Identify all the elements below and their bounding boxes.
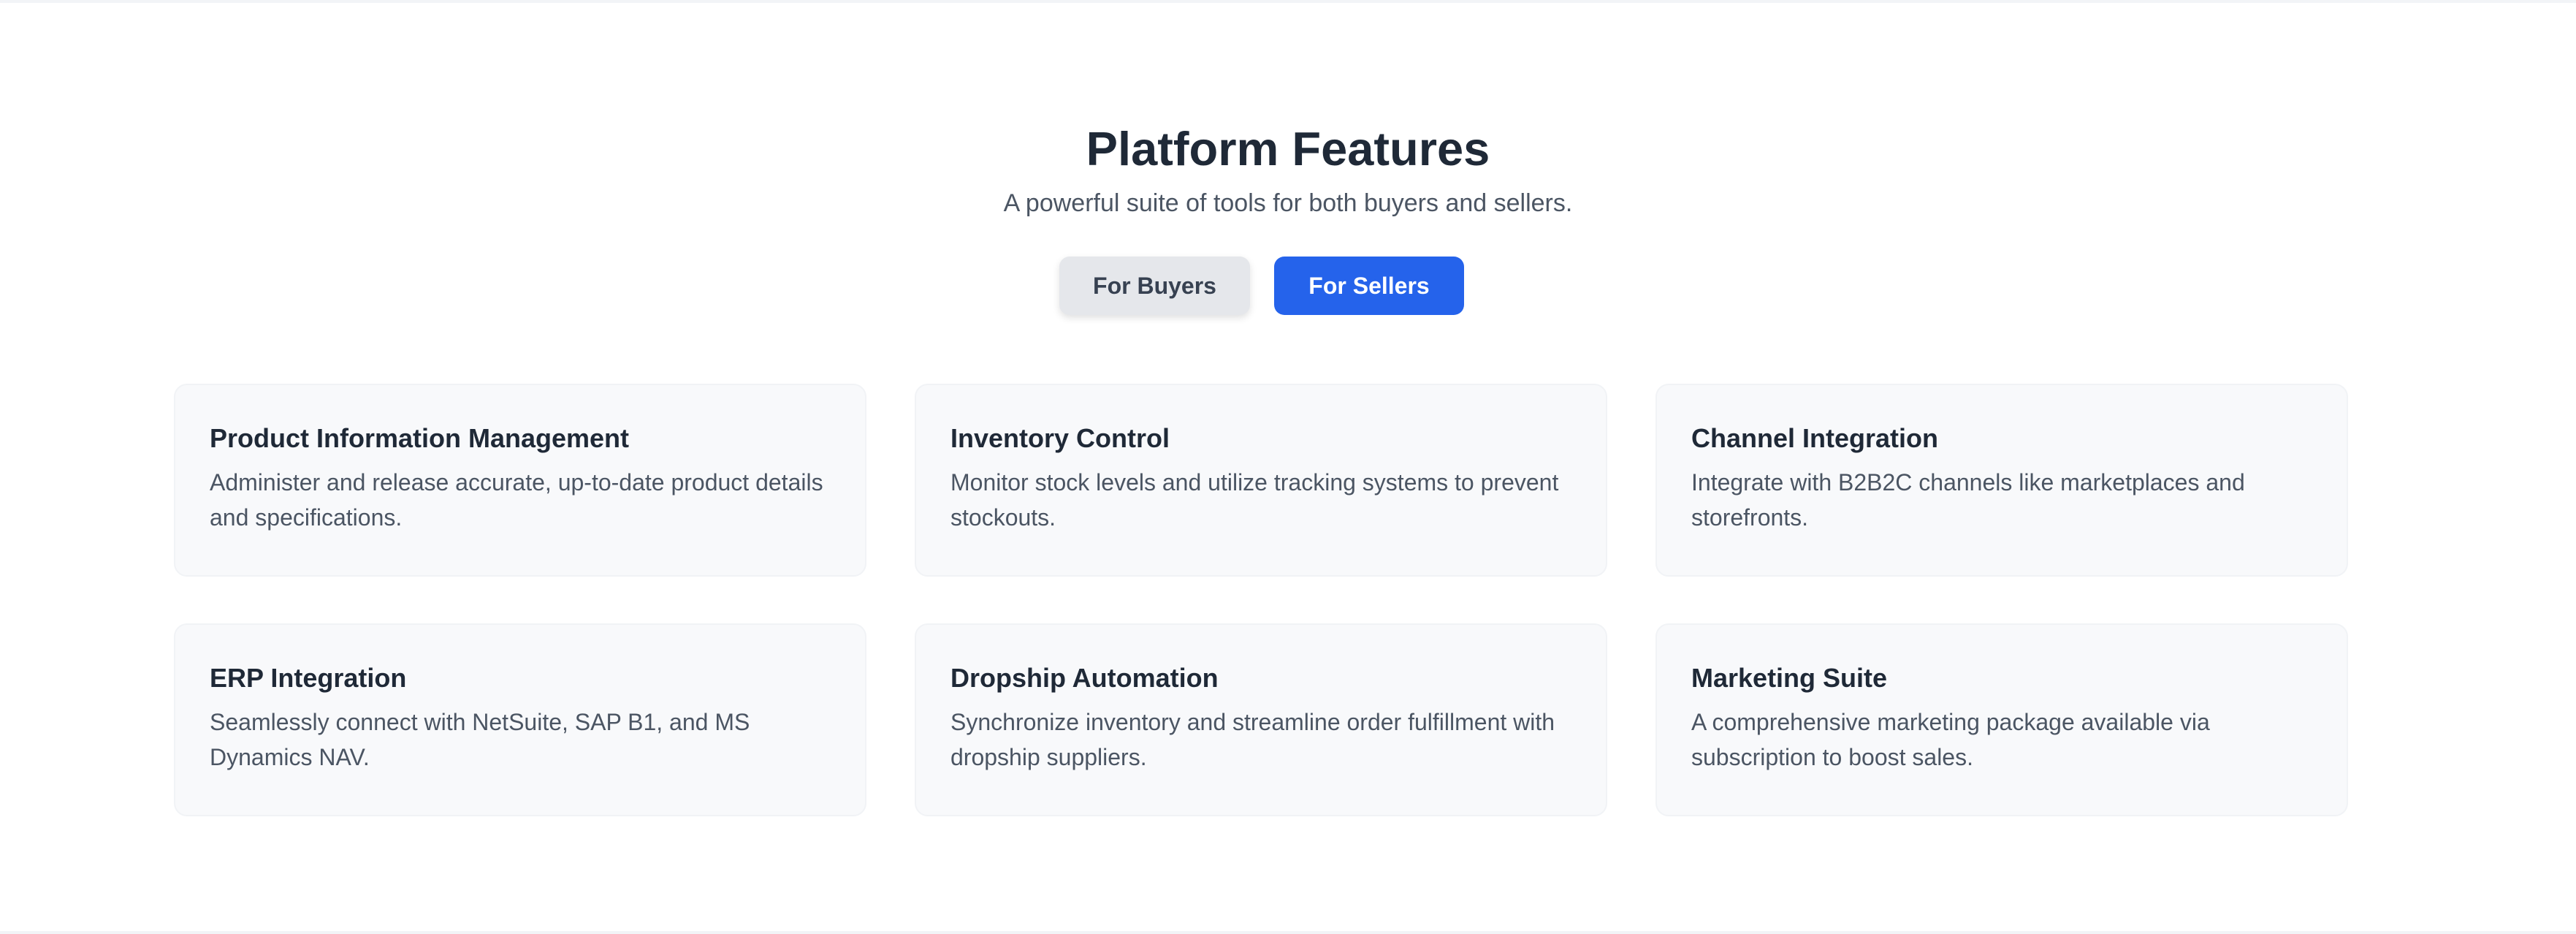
section-title: Platform Features (1086, 122, 1490, 175)
feature-card-dropship-automation: Dropship Automation Synchronize inventor… (915, 623, 1607, 816)
feature-card-description: Synchronize inventory and streamline ord… (950, 709, 1555, 770)
feature-card-description: Monitor stock levels and utilize trackin… (950, 469, 1559, 531)
feature-card-description: A comprehensive marketing package availa… (1691, 709, 2210, 770)
feature-card-description: Integrate with B2B2C channels like marke… (1691, 469, 2245, 531)
feature-card-title: Marketing Suite (1691, 663, 1888, 693)
feature-card-title: Dropship Automation (950, 663, 1219, 693)
tab-for-sellers[interactable]: For Sellers (1274, 257, 1464, 315)
feature-card-marketing-suite: Marketing Suite A comprehensive marketin… (1655, 623, 2348, 816)
feature-card-title: Channel Integration (1691, 423, 1939, 453)
feature-card-title: Product Information Management (210, 423, 630, 453)
feature-card-channel-integration: Channel Integration Integrate with B2B2C… (1655, 384, 2348, 577)
feature-card-title: ERP Integration (210, 663, 407, 693)
feature-card-inventory-control: Inventory Control Monitor stock levels a… (915, 384, 1607, 577)
feature-card-erp-integration: ERP Integration Seamlessly connect with … (174, 623, 866, 816)
platform-features-section: Platform Features A powerful suite of to… (0, 0, 2576, 934)
feature-card-product-information-management: Product Information Management Administe… (174, 384, 866, 577)
feature-card-description: Administer and release accurate, up-to-d… (210, 469, 823, 531)
section-subtitle: A powerful suite of tools for both buyer… (1003, 189, 1573, 217)
tab-for-buyers[interactable]: For Buyers (1059, 257, 1250, 315)
feature-card-title: Inventory Control (950, 423, 1170, 453)
feature-card-description: Seamlessly connect with NetSuite, SAP B1… (210, 709, 750, 770)
